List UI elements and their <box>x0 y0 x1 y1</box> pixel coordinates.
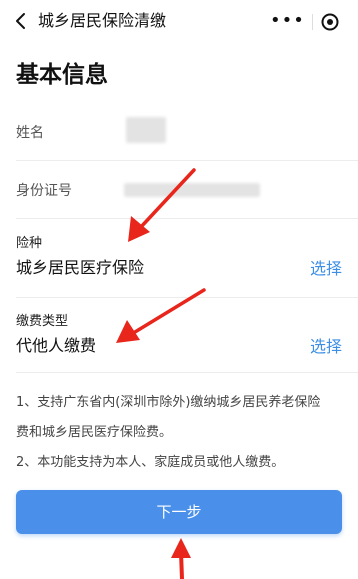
payment-type-label: 缴费类型 <box>16 314 69 329</box>
note-line: 1、支持广东省内(深圳市除外)缴纳城乡居民养老保险 <box>16 395 321 410</box>
name-value-blurred <box>126 117 166 143</box>
arrow-to-next-button <box>171 538 191 579</box>
note-line: 费和城乡居民医疗保险费。 <box>16 425 173 440</box>
id-number-value-blurred <box>124 183 260 197</box>
target-circle-icon[interactable] <box>320 12 340 32</box>
nav-bar: 城乡居民保险清缴 ••• <box>0 0 358 44</box>
insurance-type-value: 城乡居民医疗保险 <box>16 258 145 277</box>
insurance-type-select-link[interactable]: 选择 <box>310 259 342 279</box>
note-line: 2、本功能支持为本人、家庭成员或他人缴费。 <box>16 455 285 470</box>
name-label: 姓名 <box>16 125 44 141</box>
divider <box>16 297 358 298</box>
insurance-type-label: 险种 <box>16 236 43 251</box>
nav-title: 城乡居民保险清缴 <box>38 11 167 30</box>
divider <box>16 372 358 373</box>
mini-program-capsule: ••• <box>258 8 348 36</box>
divider <box>16 218 358 219</box>
payment-type-select-link[interactable]: 选择 <box>310 337 342 357</box>
notes-block: 1、支持广东省内(深圳市除外)缴纳城乡居民养老保险 费和城乡居民医疗保险费。 2… <box>16 388 346 478</box>
next-step-button[interactable]: 下一步 <box>16 490 342 534</box>
more-dots-icon[interactable]: ••• <box>270 12 304 31</box>
page-title: 基本信息 <box>16 62 108 88</box>
arrow-to-insurance-type <box>128 168 196 242</box>
divider <box>16 160 358 161</box>
capsule-divider <box>312 14 313 30</box>
back-chevron-icon[interactable] <box>10 10 32 32</box>
payment-type-value: 代他人缴费 <box>16 336 97 355</box>
id-number-label: 身份证号 <box>16 183 72 199</box>
